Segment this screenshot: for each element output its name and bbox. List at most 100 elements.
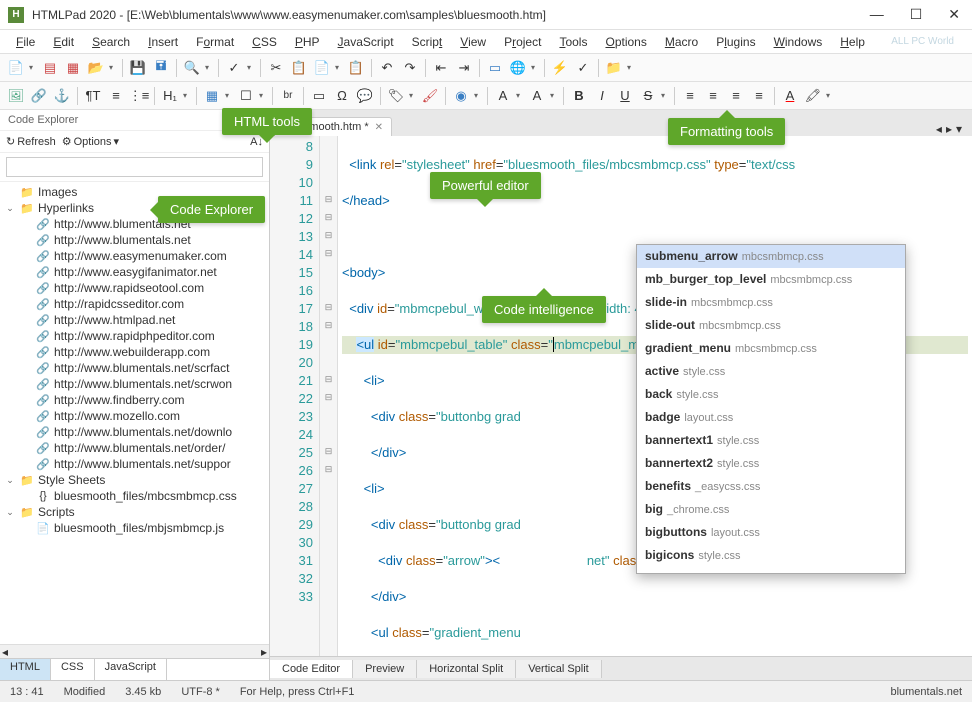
indent-right-icon[interactable]: ⇥ [454, 58, 474, 78]
indent-left-icon[interactable]: ⇤ [431, 58, 451, 78]
dropdown-icon[interactable]: ▾ [109, 63, 117, 72]
menu-format[interactable]: Format [188, 33, 242, 51]
autocomplete-item[interactable]: bigbuttonslayout.css [637, 521, 905, 544]
menu-tools[interactable]: Tools [551, 33, 595, 51]
autocomplete-item[interactable]: slide-outmbcsmbmcp.css [637, 314, 905, 337]
autocomplete-item[interactable]: mb_burger_top_levelmbcsmbmcp.css [637, 268, 905, 291]
bold-icon[interactable]: B [569, 86, 589, 106]
highlight-icon[interactable]: 🖍 [803, 86, 823, 106]
menu-css[interactable]: CSS [244, 33, 285, 51]
form-icon[interactable]: ☐ [236, 86, 256, 106]
link-item[interactable]: 🔗http://rapidcsseditor.com [0, 296, 269, 312]
menu-help[interactable]: Help [832, 33, 873, 51]
copy-icon[interactable]: 📋 [289, 58, 309, 78]
menu-options[interactable]: Options [597, 33, 654, 51]
script-item[interactable]: 📄bluesmooth_files/mbjsmbmcp.js [0, 520, 269, 536]
dropdown-icon[interactable]: ▾ [183, 91, 191, 100]
text-color-icon[interactable]: A [780, 86, 800, 106]
dropdown-icon[interactable]: ▾ [335, 63, 343, 72]
tab-next-icon[interactable]: ▸ [946, 122, 952, 136]
link-item[interactable]: 🔗http://www.blumentals.net [0, 232, 269, 248]
anchor-icon[interactable]: ⚓ [52, 86, 72, 106]
menu-insert[interactable]: Insert [140, 33, 186, 51]
search-input[interactable] [6, 157, 263, 177]
image-icon[interactable]: 🖼 [6, 86, 26, 106]
dropdown-icon[interactable]: ▾ [247, 63, 255, 72]
link-item[interactable]: 🔗http://www.blumentals.net/scrfact [0, 360, 269, 376]
dropdown-icon[interactable]: ▾ [259, 91, 267, 100]
heading-icon[interactable]: H₁ [160, 86, 180, 106]
link-item[interactable]: 🔗http://www.webuilderapp.com [0, 344, 269, 360]
view-tab-hsplit[interactable]: Horizontal Split [417, 660, 516, 678]
menu-search[interactable]: Search [84, 33, 138, 51]
side-tab-js[interactable]: JavaScript [95, 659, 167, 680]
open-folder-icon[interactable]: 📂 [86, 58, 106, 78]
tab-prev-icon[interactable]: ◂ [936, 122, 942, 136]
dropdown-icon[interactable]: ▾ [627, 63, 635, 72]
clipboard-icon[interactable]: 📋 [346, 58, 366, 78]
menu-script[interactable]: Script [404, 33, 451, 51]
br-icon[interactable]: br [278, 86, 298, 106]
dropdown-icon[interactable]: ▾ [225, 91, 233, 100]
autocomplete-item[interactable]: submenu_arrowmbcsmbmcp.css [637, 245, 905, 268]
italic-icon[interactable]: I [592, 86, 612, 106]
undo-icon[interactable]: ↶ [377, 58, 397, 78]
new-file-icon[interactable]: 📄 [6, 58, 26, 78]
dropdown-icon[interactable]: ▾ [516, 91, 524, 100]
special-char-icon[interactable]: Ω [332, 86, 352, 106]
font-icon[interactable]: A [493, 86, 513, 106]
dropdown-icon[interactable]: ▾ [409, 91, 417, 100]
paste-icon[interactable]: 📄 [312, 58, 332, 78]
link-icon[interactable]: 🔗 [29, 86, 49, 106]
brush-icon[interactable]: 🖌 [420, 86, 440, 106]
fold-gutter[interactable]: ⊟⊟⊟⊟⊟⊟⊟⊟⊟⊟ [320, 136, 338, 656]
dropdown-icon[interactable]: ▾ [531, 63, 539, 72]
autocomplete-item[interactable]: benefits_easycss.css [637, 475, 905, 498]
autocomplete-item[interactable]: slide-inmbcsmbmcp.css [637, 291, 905, 314]
view-tab-vsplit[interactable]: Vertical Split [516, 660, 602, 678]
save-all-icon[interactable]: 🖬 [151, 58, 171, 78]
close-tab-icon[interactable]: ✕ [375, 122, 383, 133]
template-icon[interactable]: ▦ [63, 58, 83, 78]
autocomplete-item[interactable]: gradient_menumbcsmbmcp.css [637, 337, 905, 360]
side-tab-html[interactable]: HTML [0, 659, 51, 680]
folder-stylesheets[interactable]: ⌄📁Style Sheets [0, 472, 269, 488]
menu-project[interactable]: Project [496, 33, 549, 51]
link-item[interactable]: 🔗http://www.htmlpad.net [0, 312, 269, 328]
menu-php[interactable]: PHP [287, 33, 328, 51]
folder-scripts[interactable]: ⌄📁Scripts [0, 504, 269, 520]
link-item[interactable]: 🔗http://www.rapidseotool.com [0, 280, 269, 296]
font-size-icon[interactable]: A [527, 86, 547, 106]
dropdown-icon[interactable]: ▾ [826, 91, 834, 100]
link-item[interactable]: 🔗http://www.easymenumaker.com [0, 248, 269, 264]
preview-icon[interactable]: ▭ [485, 58, 505, 78]
underline-icon[interactable]: U [615, 86, 635, 106]
view-tab-code[interactable]: Code Editor [270, 660, 353, 678]
menu-plugins[interactable]: Plugins [708, 33, 763, 51]
options-button[interactable]: ⚙ Options ▾ [62, 135, 119, 148]
minimize-button[interactable]: — [866, 6, 888, 23]
div-icon[interactable]: ▭ [309, 86, 329, 106]
link-item[interactable]: 🔗http://www.blumentals.net/suppor [0, 456, 269, 472]
link-item[interactable]: 🔗http://www.mozello.com [0, 408, 269, 424]
link-item[interactable]: 🔗http://www.blumentals.net/scrwon [0, 376, 269, 392]
comment-icon[interactable]: 💬 [355, 86, 375, 106]
link-item[interactable]: 🔗http://www.blumentals.net/order/ [0, 440, 269, 456]
autocomplete-item[interactable]: badgelayout.css [637, 406, 905, 429]
autocomplete-item[interactable]: blackstyle.css [637, 567, 905, 574]
autocomplete-popup[interactable]: submenu_arrowmbcsmbmcp.cssmb_burger_top_… [636, 244, 906, 574]
menu-macro[interactable]: Macro [657, 33, 706, 51]
link-item[interactable]: 🔗http://www.findberry.com [0, 392, 269, 408]
color-tag-icon[interactable]: 🏷 [386, 86, 406, 106]
strike-icon[interactable]: S [638, 86, 658, 106]
menu-windows[interactable]: Windows [766, 33, 831, 51]
dropdown-icon[interactable]: ▾ [550, 91, 558, 100]
save-icon[interactable]: 💾 [128, 58, 148, 78]
list-ul-icon[interactable]: ⋮≡ [129, 86, 149, 106]
css-icon[interactable]: ◉ [451, 86, 471, 106]
stylesheet-item[interactable]: {}bluesmooth_files/mbcsmbmcp.css [0, 488, 269, 504]
link-item[interactable]: 🔗http://www.rapidphpeditor.com [0, 328, 269, 344]
code-editor[interactable]: <link rel="stylesheet" href="bluesmooth_… [338, 136, 972, 656]
link-item[interactable]: 🔗http://www.easygifanimator.net [0, 264, 269, 280]
spellcheck-icon[interactable]: ✓ [224, 58, 244, 78]
